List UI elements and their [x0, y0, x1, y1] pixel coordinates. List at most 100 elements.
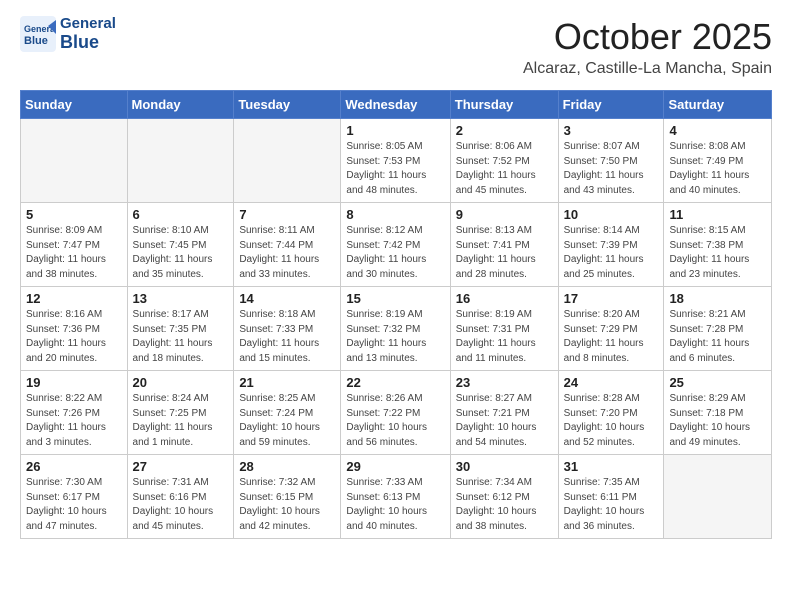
weekday-header-thursday: Thursday: [450, 91, 558, 119]
day-number: 26: [26, 459, 122, 474]
weekday-header-saturday: Saturday: [664, 91, 772, 119]
calendar-cell: 17 Sunrise: 8:20 AM Sunset: 7:29 PM Dayli…: [558, 287, 664, 371]
calendar-cell: 8 Sunrise: 8:12 AM Sunset: 7:42 PM Daylig…: [341, 203, 450, 287]
calendar-cell: 16Sunrise: 8:19 AM Sunset: 7:31 PM Dayli…: [450, 287, 558, 371]
calendar-cell: 24 Sunrise: 8:28 AM Sunset: 7:20 PM Dayli…: [558, 371, 664, 455]
calendar-week-row: 5 Sunrise: 8:09 AM Sunset: 7:47 PM Daylig…: [21, 203, 772, 287]
location-title: Alcaraz, Castille-La Mancha, Spain: [523, 60, 772, 78]
day-number: 23: [456, 375, 553, 390]
day-info: Sunrise: 8:14 AM Sunset: 7:39 PM Dayligh…: [564, 224, 659, 282]
day-info: Sunrise: 7:31 AM Sunset: 6:16 PM Dayligh…: [133, 476, 229, 534]
day-number: 10: [564, 207, 659, 222]
logo-text: General Blue: [60, 16, 116, 52]
day-info: Sunrise: 8:26 AM Sunset: 7:22 PM Dayligh…: [346, 392, 444, 450]
day-info: Sunrise: 8:06 AM Sunset: 7:52 PM Dayligh…: [456, 140, 553, 198]
day-number: 5: [26, 207, 122, 222]
day-info: Sunrise: 8:19 AM Sunset: 7:32 PM Dayligh…: [346, 308, 444, 366]
weekday-header-row: SundayMondayTuesdayWednesdayThursdayFrid…: [21, 91, 772, 119]
day-info: Sunrise: 8:08 AM Sunset: 7:49 PM Dayligh…: [669, 140, 766, 198]
day-info: Sunrise: 8:18 AM Sunset: 7:33 PM Dayligh…: [239, 308, 335, 366]
day-info: Sunrise: 8:07 AM Sunset: 7:50 PM Dayligh…: [564, 140, 659, 198]
day-info: Sunrise: 8:16 AM Sunset: 7:36 PM Dayligh…: [26, 308, 122, 366]
day-number: 31: [564, 459, 659, 474]
calendar-cell: 29 Sunrise: 7:33 AM Sunset: 6:13 PM Dayli…: [341, 455, 450, 539]
calendar-cell: 12 Sunrise: 8:16 AM Sunset: 7:36 PM Dayli…: [21, 287, 128, 371]
logo-icon: General Blue: [20, 16, 56, 52]
title-block: October 2025 Alcaraz, Castille-La Mancha…: [523, 16, 772, 78]
day-number: 7: [239, 207, 335, 222]
day-info: Sunrise: 7:33 AM Sunset: 6:13 PM Dayligh…: [346, 476, 444, 534]
day-number: 21: [239, 375, 335, 390]
calendar-cell: 10 Sunrise: 8:14 AM Sunset: 7:39 PM Dayli…: [558, 203, 664, 287]
day-number: 28: [239, 459, 335, 474]
calendar-cell: 21 Sunrise: 8:25 AM Sunset: 7:24 PM Dayli…: [234, 371, 341, 455]
day-info: Sunrise: 8:21 AM Sunset: 7:28 PM Dayligh…: [669, 308, 766, 366]
day-info: Sunrise: 8:28 AM Sunset: 7:20 PM Dayligh…: [564, 392, 659, 450]
day-number: 6: [133, 207, 229, 222]
calendar-cell: 9 Sunrise: 8:13 AM Sunset: 7:41 PM Daylig…: [450, 203, 558, 287]
calendar-cell: 31 Sunrise: 7:35 AM Sunset: 6:11 PM Dayli…: [558, 455, 664, 539]
day-info: Sunrise: 8:12 AM Sunset: 7:42 PM Dayligh…: [346, 224, 444, 282]
day-number: 14: [239, 291, 335, 306]
calendar-cell: 4 Sunrise: 8:08 AM Sunset: 7:49 PM Daylig…: [664, 119, 772, 203]
day-info: Sunrise: 8:13 AM Sunset: 7:41 PM Dayligh…: [456, 224, 553, 282]
day-info: Sunrise: 8:10 AM Sunset: 7:45 PM Dayligh…: [133, 224, 229, 282]
day-number: 8: [346, 207, 444, 222]
day-info: Sunrise: 8:05 AM Sunset: 7:53 PM Dayligh…: [346, 140, 444, 198]
day-number: 17: [564, 291, 659, 306]
day-number: 25: [669, 375, 766, 390]
day-number: 29: [346, 459, 444, 474]
day-number: 15: [346, 291, 444, 306]
calendar-cell: [21, 119, 128, 203]
calendar-cell: 1Sunrise: 8:05 AM Sunset: 7:53 PM Daylig…: [341, 119, 450, 203]
weekday-header-tuesday: Tuesday: [234, 91, 341, 119]
calendar-cell: 19Sunrise: 8:22 AM Sunset: 7:26 PM Dayli…: [21, 371, 128, 455]
day-info: Sunrise: 8:15 AM Sunset: 7:38 PM Dayligh…: [669, 224, 766, 282]
calendar-cell: [664, 455, 772, 539]
calendar-cell: 27Sunrise: 7:31 AM Sunset: 6:16 PM Dayli…: [127, 455, 234, 539]
calendar-cell: 23 Sunrise: 8:27 AM Sunset: 7:21 PM Dayli…: [450, 371, 558, 455]
weekday-header-friday: Friday: [558, 91, 664, 119]
day-info: Sunrise: 8:17 AM Sunset: 7:35 PM Dayligh…: [133, 308, 229, 366]
day-info: Sunrise: 7:30 AM Sunset: 6:17 PM Dayligh…: [26, 476, 122, 534]
day-info: Sunrise: 8:11 AM Sunset: 7:44 PM Dayligh…: [239, 224, 335, 282]
calendar-cell: 11Sunrise: 8:15 AM Sunset: 7:38 PM Dayli…: [664, 203, 772, 287]
day-info: Sunrise: 8:27 AM Sunset: 7:21 PM Dayligh…: [456, 392, 553, 450]
day-info: Sunrise: 7:35 AM Sunset: 6:11 PM Dayligh…: [564, 476, 659, 534]
calendar-cell: 7 Sunrise: 8:11 AM Sunset: 7:44 PM Daylig…: [234, 203, 341, 287]
day-number: 24: [564, 375, 659, 390]
calendar-week-row: 12 Sunrise: 8:16 AM Sunset: 7:36 PM Dayli…: [21, 287, 772, 371]
day-number: 13: [133, 291, 229, 306]
month-title: October 2025: [523, 16, 772, 58]
day-info: Sunrise: 8:24 AM Sunset: 7:25 PM Dayligh…: [133, 392, 229, 450]
calendar-cell: 22Sunrise: 8:26 AM Sunset: 7:22 PM Dayli…: [341, 371, 450, 455]
day-info: Sunrise: 8:09 AM Sunset: 7:47 PM Dayligh…: [26, 224, 122, 282]
day-number: 12: [26, 291, 122, 306]
day-info: Sunrise: 8:25 AM Sunset: 7:24 PM Dayligh…: [239, 392, 335, 450]
day-number: 19: [26, 375, 122, 390]
page-header: General Blue General Blue October 2025 A…: [20, 16, 772, 78]
day-number: 4: [669, 123, 766, 138]
day-info: Sunrise: 8:29 AM Sunset: 7:18 PM Dayligh…: [669, 392, 766, 450]
day-number: 9: [456, 207, 553, 222]
weekday-header-wednesday: Wednesday: [341, 91, 450, 119]
logo: General Blue General Blue: [20, 16, 116, 52]
day-number: 16: [456, 291, 553, 306]
day-number: 30: [456, 459, 553, 474]
calendar-cell: 20Sunrise: 8:24 AM Sunset: 7:25 PM Dayli…: [127, 371, 234, 455]
calendar-cell: 3Sunrise: 8:07 AM Sunset: 7:50 PM Daylig…: [558, 119, 664, 203]
calendar-week-row: 19Sunrise: 8:22 AM Sunset: 7:26 PM Dayli…: [21, 371, 772, 455]
weekday-header-sunday: Sunday: [21, 91, 128, 119]
calendar-cell: 15 Sunrise: 8:19 AM Sunset: 7:32 PM Dayli…: [341, 287, 450, 371]
calendar-cell: [234, 119, 341, 203]
calendar-cell: [127, 119, 234, 203]
calendar-week-row: 1Sunrise: 8:05 AM Sunset: 7:53 PM Daylig…: [21, 119, 772, 203]
calendar-cell: 14 Sunrise: 8:18 AM Sunset: 7:33 PM Dayli…: [234, 287, 341, 371]
calendar-cell: 26 Sunrise: 7:30 AM Sunset: 6:17 PM Dayli…: [21, 455, 128, 539]
day-info: Sunrise: 8:20 AM Sunset: 7:29 PM Dayligh…: [564, 308, 659, 366]
calendar-cell: 2Sunrise: 8:06 AM Sunset: 7:52 PM Daylig…: [450, 119, 558, 203]
calendar-cell: 5 Sunrise: 8:09 AM Sunset: 7:47 PM Daylig…: [21, 203, 128, 287]
svg-text:Blue: Blue: [24, 35, 48, 47]
calendar-table: SundayMondayTuesdayWednesdayThursdayFrid…: [20, 90, 772, 539]
day-info: Sunrise: 7:34 AM Sunset: 6:12 PM Dayligh…: [456, 476, 553, 534]
